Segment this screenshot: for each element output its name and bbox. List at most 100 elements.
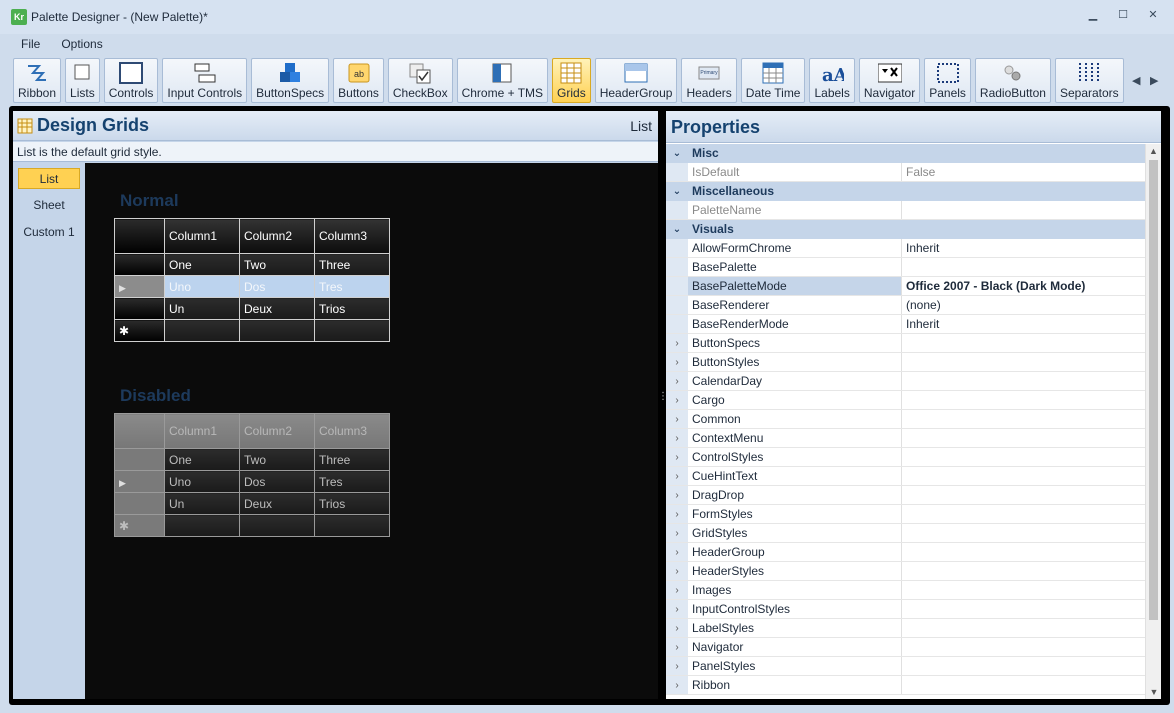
property-value[interactable]: Office 2007 - Black (Dark Mode) (902, 277, 1145, 295)
expand-chevron-icon[interactable]: › (666, 676, 688, 694)
property-row[interactable]: › FormStyles (666, 505, 1145, 524)
properties-scrollbar[interactable]: ▲ ▼ (1145, 144, 1161, 699)
property-row[interactable]: BaseRenderer (none) (666, 296, 1145, 315)
grid-cell[interactable]: Un (164, 297, 240, 320)
grid-cell[interactable]: Deux (239, 297, 315, 320)
property-value[interactable] (902, 448, 1145, 466)
property-value[interactable] (902, 524, 1145, 542)
property-value[interactable] (902, 581, 1145, 599)
grid-cell[interactable]: Dos (239, 275, 315, 298)
close-button[interactable]: ✕ (1146, 8, 1160, 22)
property-row[interactable]: › ButtonStyles (666, 353, 1145, 372)
grid-cell[interactable]: Trios (314, 297, 390, 320)
expand-chevron-icon[interactable]: › (666, 334, 688, 352)
grid-cell-empty[interactable] (314, 319, 390, 342)
property-row[interactable]: › ButtonSpecs (666, 334, 1145, 353)
collapse-chevron-icon[interactable]: ⌄ (666, 182, 688, 200)
property-value[interactable] (902, 410, 1145, 428)
toolbar-labels-button[interactable]: aA Labels (809, 58, 855, 103)
grid-cell[interactable]: Two (239, 253, 315, 276)
new-row[interactable]: ✱ (114, 319, 390, 342)
toolbar-headergroup-button[interactable]: HeaderGroup (594, 58, 678, 103)
property-value[interactable]: False (902, 163, 1145, 181)
grid-row[interactable]: One Two Three (114, 253, 390, 276)
property-value[interactable] (902, 676, 1145, 694)
property-value[interactable]: Inherit (902, 315, 1145, 333)
grid-cell[interactable]: Three (314, 253, 390, 276)
property-row[interactable]: › HeaderGroup (666, 543, 1145, 562)
property-row[interactable]: › Cargo (666, 391, 1145, 410)
collapse-chevron-icon[interactable]: ⌄ (666, 220, 688, 238)
toolbar-checkbox-button[interactable]: CheckBox (387, 58, 453, 103)
property-value[interactable] (902, 486, 1145, 504)
scroll-up-icon[interactable]: ▲ (1146, 144, 1161, 158)
expand-chevron-icon[interactable]: › (666, 467, 688, 485)
property-row[interactable]: › HeaderStyles (666, 562, 1145, 581)
expand-chevron-icon[interactable]: › (666, 562, 688, 580)
property-row[interactable]: › ContextMenu (666, 429, 1145, 448)
expand-chevron-icon[interactable]: › (666, 505, 688, 523)
style-item-sheet[interactable]: Sheet (18, 195, 80, 216)
toolbar-buttons-button[interactable]: ab Buttons (333, 58, 384, 103)
property-category[interactable]: ⌄ Misc (666, 144, 1145, 163)
expand-chevron-icon[interactable]: › (666, 581, 688, 599)
expand-chevron-icon[interactable]: › (666, 372, 688, 390)
property-category[interactable]: ⌄ Miscellaneous (666, 182, 1145, 201)
row-header[interactable]: ▶ (114, 275, 165, 298)
property-value[interactable] (902, 600, 1145, 618)
expand-chevron-icon[interactable]: › (666, 638, 688, 656)
property-row[interactable]: › LabelStyles (666, 619, 1145, 638)
property-value[interactable] (902, 334, 1145, 352)
grid-cell-empty[interactable] (239, 319, 315, 342)
menu-file[interactable]: File (21, 37, 40, 51)
style-item-list[interactable]: List (18, 168, 80, 189)
expand-chevron-icon[interactable]: › (666, 353, 688, 371)
property-category[interactable]: ⌄ Visuals (666, 220, 1145, 239)
toolbar-buttonspecs-button[interactable]: ButtonSpecs (251, 58, 330, 103)
expand-chevron-icon[interactable]: › (666, 448, 688, 466)
collapse-chevron-icon[interactable]: ⌄ (666, 144, 688, 162)
toolbar-panels-button[interactable]: Panels (924, 58, 971, 103)
property-row[interactable]: BasePalette (666, 258, 1145, 277)
grid-cell[interactable]: One (164, 253, 240, 276)
row-header[interactable] (114, 297, 165, 320)
toolbar-navigator-button[interactable]: Navigator (858, 58, 921, 103)
menu-options[interactable]: Options (61, 37, 102, 51)
grid-cell[interactable]: Tres (314, 275, 390, 298)
expand-chevron-icon[interactable]: › (666, 600, 688, 618)
property-row[interactable]: › GridStyles (666, 524, 1145, 543)
toolbar-lists-button[interactable]: Lists (65, 58, 100, 103)
column-header[interactable]: Column3 (314, 218, 390, 254)
property-row[interactable]: BaseRenderMode Inherit (666, 315, 1145, 334)
property-row[interactable]: › InputControlStyles (666, 600, 1145, 619)
toolbar-scroll-left[interactable]: ◀ (1132, 74, 1140, 87)
toolbar-input-controls-button[interactable]: Input Controls (162, 58, 248, 103)
property-row[interactable]: › Images (666, 581, 1145, 600)
property-row[interactable]: › Ribbon (666, 676, 1145, 695)
toolbar-controls-button[interactable]: Controls (103, 58, 159, 103)
property-value[interactable] (902, 258, 1145, 276)
property-row[interactable]: › Common (666, 410, 1145, 429)
style-item-custom-1[interactable]: Custom 1 (18, 222, 80, 243)
property-row[interactable]: IsDefault False (666, 163, 1145, 182)
grid-cell-empty[interactable] (164, 319, 240, 342)
grid-cell[interactable]: Uno (164, 275, 240, 298)
normal-grid[interactable]: Column1 Column2 Column3 One Two Three ▶ Uno Dos T… (114, 218, 390, 342)
toolbar-date-time-button[interactable]: Date Time (740, 58, 806, 103)
expand-chevron-icon[interactable]: › (666, 410, 688, 428)
property-value[interactable] (902, 619, 1145, 637)
property-row[interactable]: › Navigator (666, 638, 1145, 657)
minimize-button[interactable]: ▁ (1086, 8, 1100, 22)
toolbar-radiobutton-button[interactable]: RadioButton (974, 58, 1051, 103)
expand-chevron-icon[interactable]: › (666, 619, 688, 637)
expand-chevron-icon[interactable]: › (666, 391, 688, 409)
property-row[interactable]: › ControlStyles (666, 448, 1145, 467)
property-value[interactable] (902, 467, 1145, 485)
property-row[interactable]: › CalendarDay (666, 372, 1145, 391)
property-value[interactable] (902, 391, 1145, 409)
maximize-button[interactable]: ☐ (1116, 8, 1130, 22)
toolbar-grids-button[interactable]: Grids (552, 58, 591, 103)
scroll-down-icon[interactable]: ▼ (1146, 685, 1162, 699)
toolbar-separators-button[interactable]: Separators (1054, 58, 1124, 103)
property-value[interactable] (902, 562, 1145, 580)
